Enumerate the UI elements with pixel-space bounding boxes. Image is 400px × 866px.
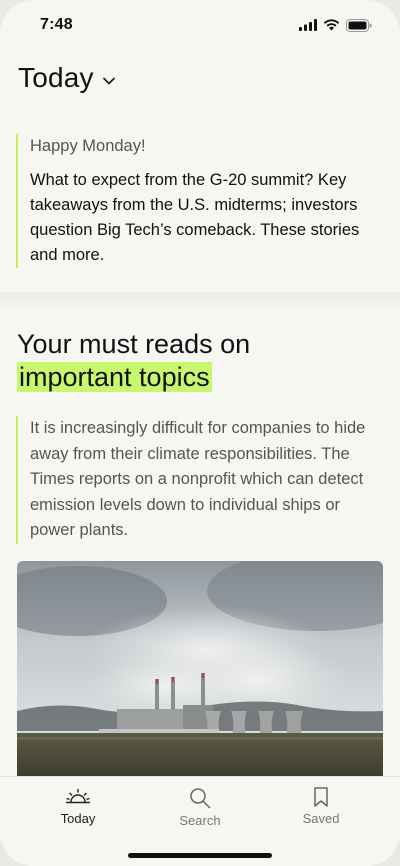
section-quote: It is increasingly difficult for compani… [16,416,376,544]
tab-today-label: Today [60,811,96,826]
sunrise-icon [66,789,90,804]
intro-summary: What to expect from the G-20 summit? Key… [30,171,360,264]
bookmark-icon [314,787,328,807]
greeting-text: Happy Monday! [30,137,146,155]
power-plant-photo [17,561,383,781]
home-indicator[interactable] [128,853,272,858]
section-title: Your must reads on important topics [17,328,250,394]
tab-saved-label: Saved [302,811,340,826]
status-icons [299,18,372,32]
tab-saved[interactable]: Saved [276,787,366,826]
tab-search[interactable]: Search [155,787,245,828]
tab-today[interactable]: Today [33,787,123,826]
chevron-down-icon[interactable] [102,76,116,86]
phone-screen: 7:48 Today Happy Monday! What to expect … [0,0,400,866]
article-hero-image[interactable] [17,561,383,781]
wifi-icon [323,19,340,31]
section-title-highlight: important topics [17,362,212,392]
bottom-tab-bar: Today Search Saved [0,776,400,866]
daily-intro: Happy Monday! What to expect from the G-… [16,134,376,268]
status-bar: 7:48 [0,0,400,50]
section-title-line1: Your must reads on [17,329,251,359]
cellular-signal-icon [299,19,317,31]
status-time: 7:48 [40,16,73,33]
today-header[interactable]: Today [18,62,116,94]
battery-icon [346,18,372,32]
section-divider [0,292,400,312]
tab-search-label: Search [179,813,221,828]
search-icon [190,788,211,809]
page-title: Today [18,62,94,93]
